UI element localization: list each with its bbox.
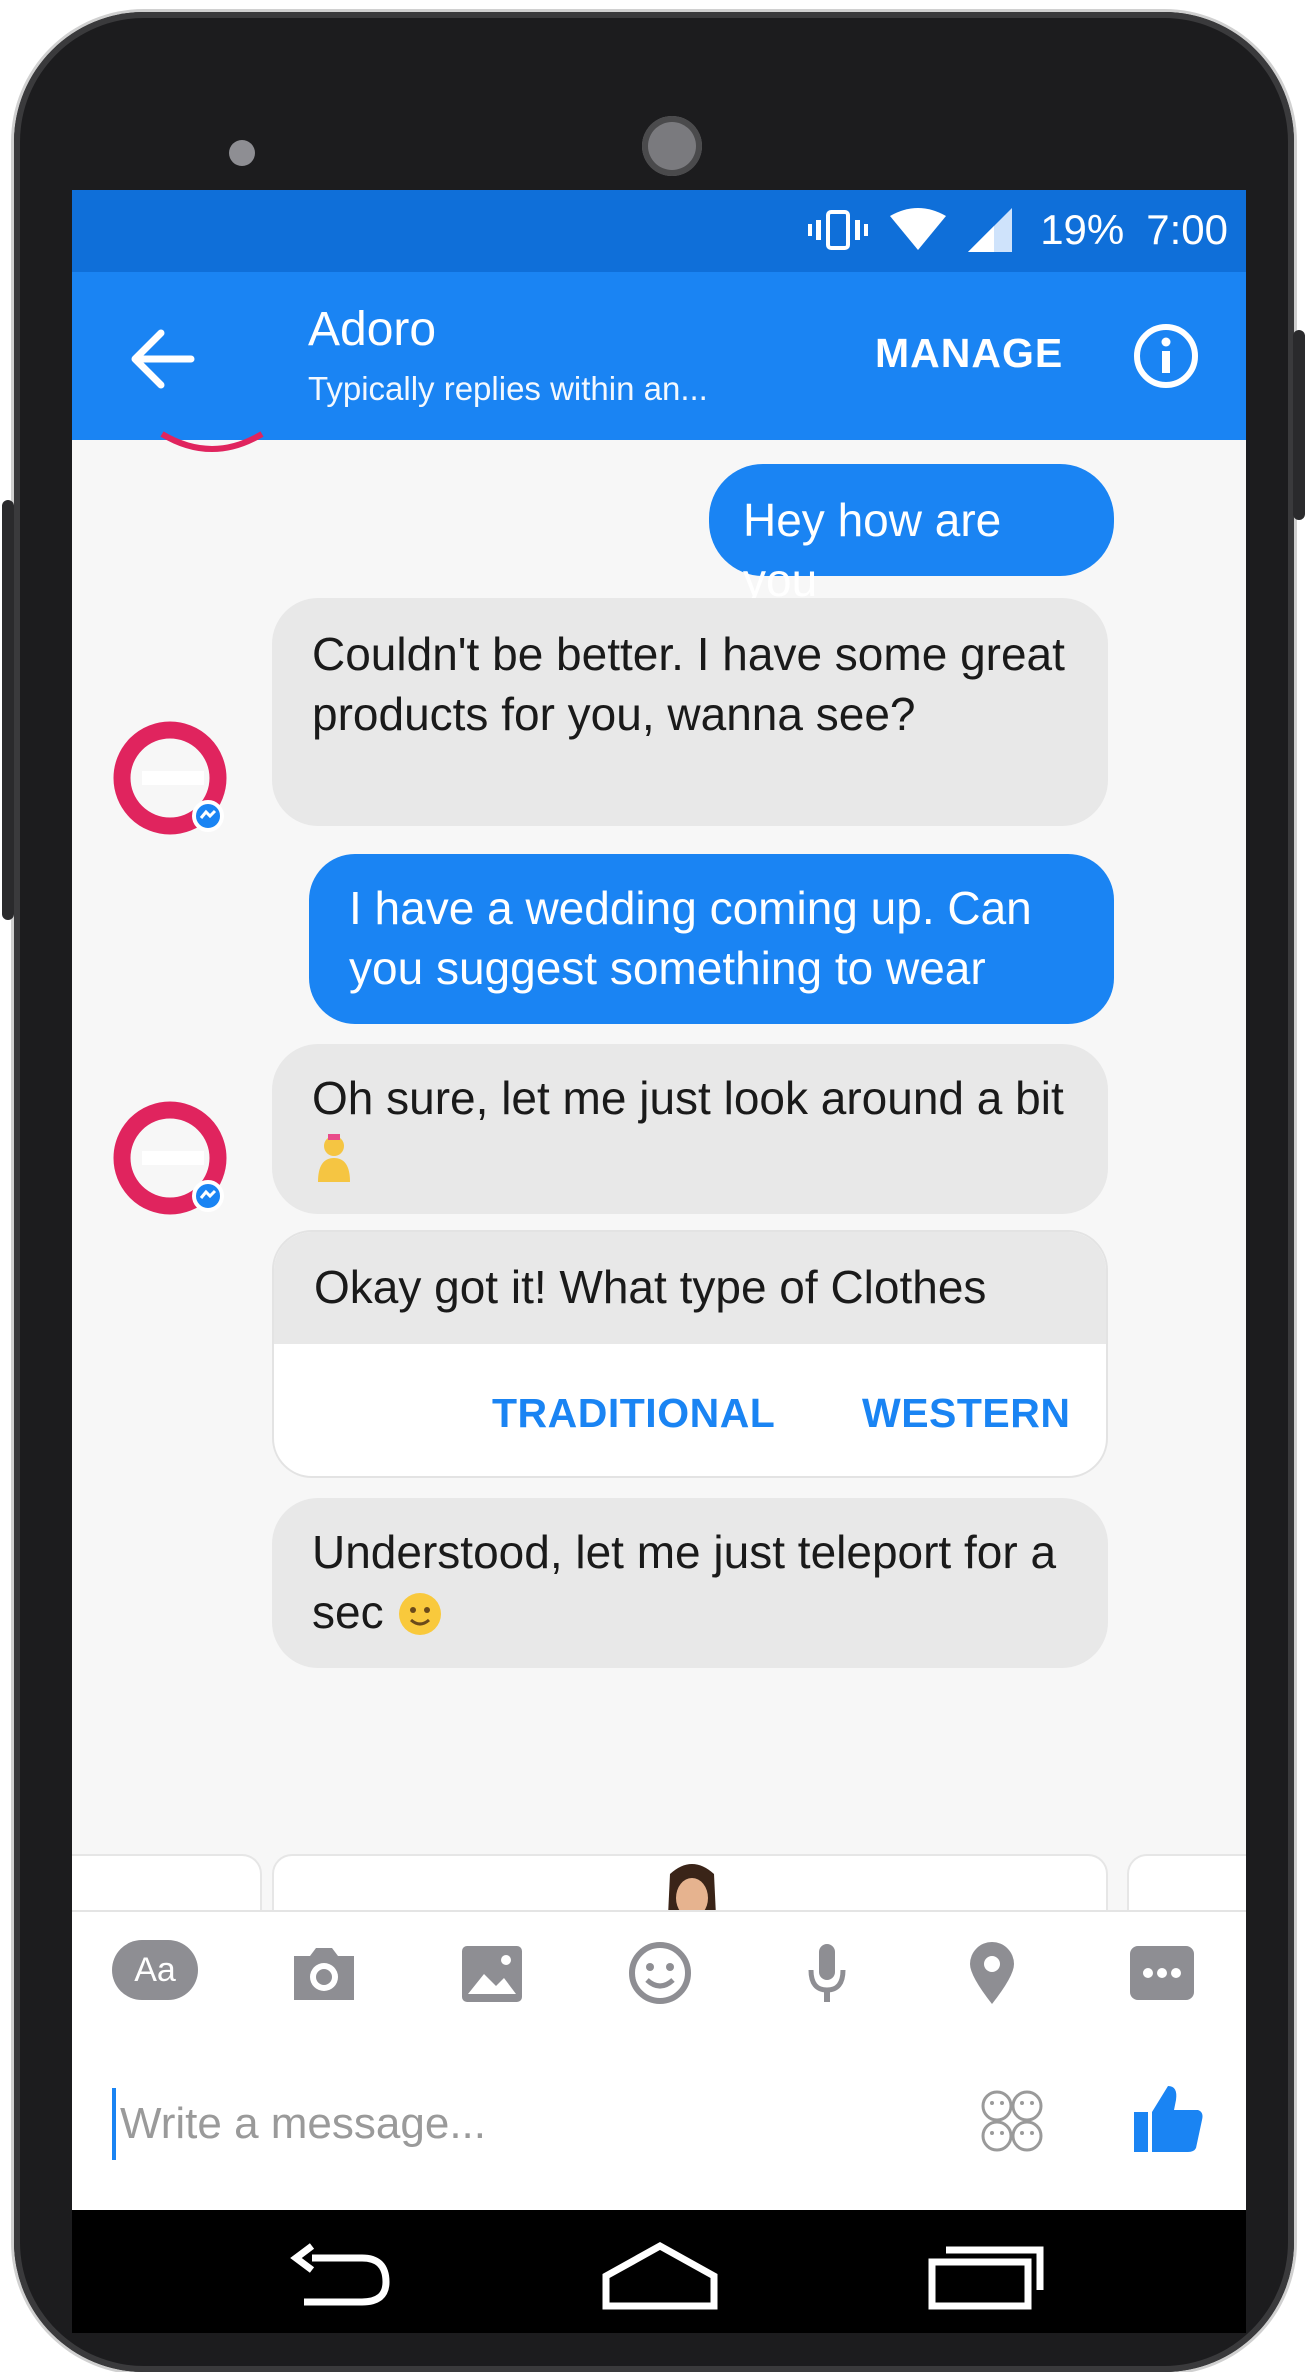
composer (72, 2030, 1246, 2210)
camera-icon[interactable] (284, 1940, 364, 2006)
smiley-emoji-icon (399, 1593, 442, 1635)
like-thumbs-up-icon[interactable] (1132, 2082, 1206, 2156)
quick-reply-western[interactable]: WESTERN (862, 1390, 1071, 1437)
message-text: Hey how are you (743, 494, 1002, 606)
quick-reply-question: Okay got it! What type of Clothes (274, 1232, 1106, 1344)
message-input[interactable] (112, 2088, 822, 2160)
person-emoji-icon (318, 1134, 350, 1182)
composer-toolbar: Aa (72, 1910, 1246, 2032)
vibrate-icon (808, 210, 869, 250)
recents-nav-icon[interactable] (924, 2240, 1044, 2310)
message-bubble-incoming[interactable]: Couldn't be better. I have some great pr… (272, 598, 1108, 826)
system-navigation-bar (72, 2210, 1246, 2333)
message-bubble-incoming[interactable]: Understood, let me just teleport for a s… (272, 1498, 1108, 1668)
manage-button[interactable]: MANAGE (875, 330, 1063, 377)
gallery-icon[interactable] (452, 1940, 532, 2006)
wifi-icon (890, 208, 947, 250)
stickers-icon[interactable] (977, 2086, 1047, 2156)
message-bubble-outgoing[interactable]: Hey how are you (709, 464, 1114, 606)
info-icon[interactable] (1132, 322, 1200, 390)
back-arrow-icon[interactable] (127, 324, 197, 394)
more-icon[interactable] (1122, 1940, 1202, 2006)
response-time-subtitle: Typically replies within an... (308, 370, 708, 407)
emoji-icon[interactable] (620, 1940, 700, 2006)
power-button (1293, 330, 1305, 520)
avatar-partial (160, 431, 264, 452)
front-camera (642, 116, 702, 176)
volume-button (2, 500, 14, 920)
back-nav-icon[interactable] (282, 2240, 402, 2310)
home-nav-icon[interactable] (600, 2240, 720, 2310)
quick-reply-card: Okay got it! What type of Clothes TRADIT… (272, 1230, 1108, 1478)
status-bar: 19% 7:00 (72, 190, 1246, 272)
avatar (113, 1101, 227, 1215)
message-list[interactable]: Hey how are you Couldn't be better. I ha… (72, 431, 1246, 2114)
message-text: Oh sure, let me just look around a bit (312, 1072, 1064, 1124)
clock: 7:00 (1146, 206, 1228, 253)
message-text: Couldn't be better. I have some great pr… (312, 628, 1065, 740)
message-bubble-incoming[interactable]: Oh sure, let me just look around a bit (272, 1044, 1108, 1214)
microphone-icon[interactable] (787, 1940, 867, 2006)
signal-icon (968, 208, 1013, 252)
avatar (113, 721, 227, 835)
quick-reply-traditional[interactable]: TRADITIONAL (492, 1390, 775, 1437)
conversation-header: Adoro Typically replies within an... MAN… (72, 272, 1246, 440)
page-title[interactable]: Adoro (308, 302, 436, 357)
battery-percent: 19% (1040, 206, 1125, 253)
text-mode-icon[interactable]: Aa (112, 1940, 198, 2006)
location-icon[interactable] (952, 1940, 1032, 2006)
messenger-screen: 19% 7:00 Adoro Typically replies within … (72, 190, 1246, 2210)
text-mode-label: Aa (112, 1940, 198, 2000)
proximity-sensor (229, 140, 255, 166)
message-text: I have a wedding coming up. Can you sugg… (349, 882, 1032, 994)
message-bubble-outgoing[interactable]: I have a wedding coming up. Can you sugg… (309, 854, 1114, 1024)
